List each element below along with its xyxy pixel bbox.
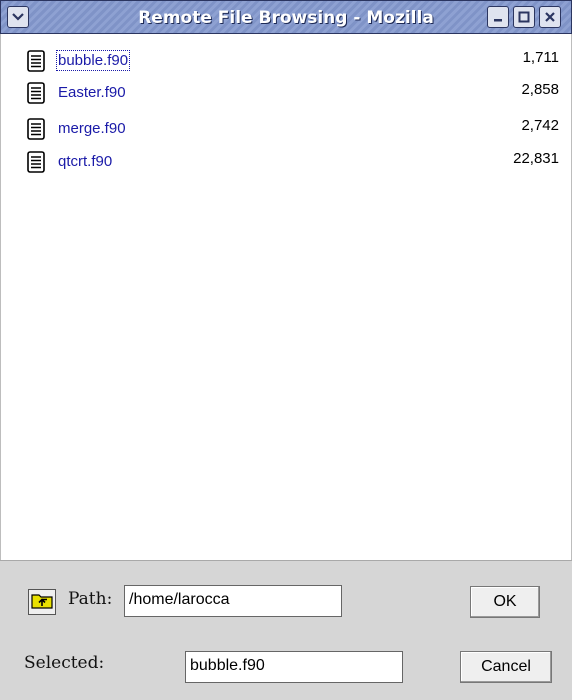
ok-button[interactable]: OK xyxy=(470,586,540,618)
document-icon xyxy=(27,151,45,173)
minimize-icon xyxy=(492,11,504,23)
document-icon xyxy=(27,118,45,140)
cancel-button[interactable]: Cancel xyxy=(460,651,552,683)
window-title: Remote File Browsing - Mozilla xyxy=(138,8,434,28)
up-folder-button[interactable] xyxy=(28,589,56,615)
close-icon xyxy=(544,11,556,23)
file-name[interactable]: merge.f90 xyxy=(58,120,126,137)
file-size: 2,742 xyxy=(521,117,559,134)
maximize-icon xyxy=(518,11,530,23)
document-icon xyxy=(27,82,45,104)
file-row-merge[interactable]: merge.f90 2,742 xyxy=(1,114,572,146)
file-name[interactable]: bubble.f90 xyxy=(55,50,131,71)
path-input[interactable]: /home/larocca xyxy=(124,585,342,617)
file-name[interactable]: Easter.f90 xyxy=(58,84,126,101)
title-bar[interactable]: Remote File Browsing - Mozilla xyxy=(0,0,572,34)
close-button[interactable] xyxy=(539,6,561,28)
minimize-button[interactable] xyxy=(487,6,509,28)
file-list[interactable]: bubble.f90 1,711 Easter.f90 2,858 merge.… xyxy=(0,34,572,560)
document-icon xyxy=(27,50,45,72)
folder-up-icon xyxy=(31,591,53,613)
footer-panel: Path: /home/larocca OK Selected: bubble.… xyxy=(0,560,572,700)
file-row-easter[interactable]: Easter.f90 2,858 xyxy=(1,78,572,110)
path-label: Path: xyxy=(68,589,113,609)
file-size: 2,858 xyxy=(521,81,559,98)
file-row-qtcrt[interactable]: qtcrt.f90 22,831 xyxy=(1,147,572,179)
selected-label: Selected: xyxy=(24,653,105,673)
file-name[interactable]: qtcrt.f90 xyxy=(58,153,112,170)
selected-input[interactable]: bubble.f90 xyxy=(185,651,403,683)
file-size: 1,711 xyxy=(522,49,559,66)
maximize-button[interactable] xyxy=(513,6,535,28)
file-size: 22,831 xyxy=(513,150,559,167)
file-row-bubble[interactable]: bubble.f90 1,711 xyxy=(1,46,572,78)
